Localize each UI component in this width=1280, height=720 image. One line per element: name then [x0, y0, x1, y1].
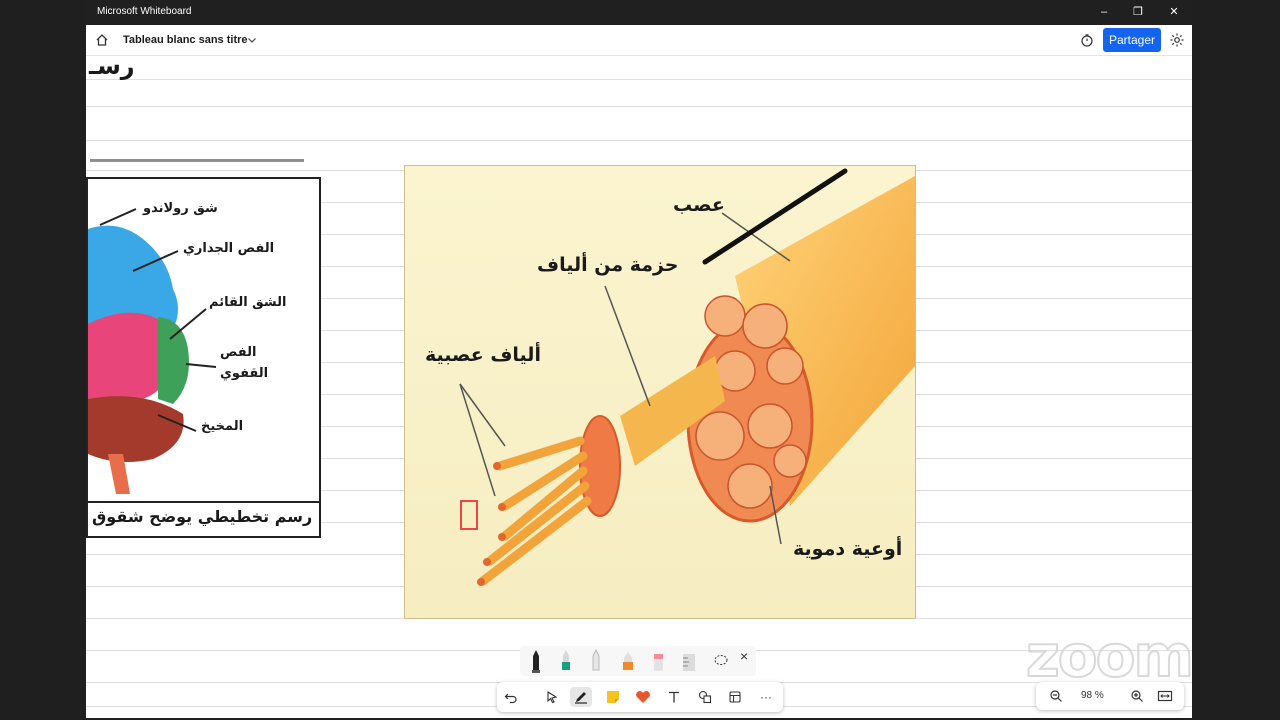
brain-label-cerebellum: المخيخ [201, 419, 244, 434]
pen-tool-button[interactable] [570, 687, 592, 707]
zoom-watermark: zoom [1025, 621, 1195, 691]
eraser-icon[interactable] [650, 648, 666, 674]
black-pen-icon[interactable] [528, 648, 544, 674]
pen-icon [575, 692, 587, 704]
brain-label-rolando: شق رولاندو [143, 201, 218, 216]
zoom-level: 98 % [1081, 690, 1104, 701]
minimize-button[interactable]: – [1093, 3, 1115, 21]
cursor-icon [547, 691, 558, 704]
caption-divider [88, 501, 319, 503]
heart-icon [636, 691, 650, 703]
label-fiber-bundle: حزمة من ألياف [537, 254, 679, 276]
brain-label-lobe: الفص [220, 345, 257, 360]
close-window-button[interactable]: ✕ [1163, 3, 1185, 21]
label-blood-vessels: أوعية دموية [793, 538, 903, 560]
sticky-note-icon [607, 691, 619, 703]
highlighter-icon[interactable] [620, 648, 636, 674]
shapes-button[interactable] [694, 687, 716, 707]
board-title[interactable]: Tableau blanc sans titre [123, 34, 248, 46]
app-title: Microsoft Whiteboard [97, 6, 192, 17]
fit-to-screen-icon[interactable] [1157, 689, 1173, 703]
chevron-down-icon[interactable] [247, 35, 257, 45]
white-pen-icon[interactable] [588, 648, 604, 674]
pen-tray: × [520, 646, 756, 676]
undo-button[interactable] [500, 687, 522, 707]
label-pointers [99, 208, 217, 432]
timer-icon[interactable] [1080, 33, 1094, 47]
restore-button[interactable]: ❐ [1127, 3, 1149, 21]
zoom-out-icon[interactable] [1049, 689, 1063, 703]
select-tool-button[interactable] [541, 687, 563, 707]
undo-icon [504, 693, 517, 704]
share-button[interactable]: Partager [1103, 28, 1161, 52]
text-icon [669, 691, 679, 703]
home-icon[interactable] [95, 33, 109, 47]
reactions-button[interactable] [632, 687, 654, 707]
window-titlebar: Microsoft Whiteboard – ❐ ✕ [86, 0, 1192, 25]
green-pen-icon[interactable] [558, 648, 574, 674]
app-header: Tableau blanc sans titre Partager [86, 25, 1192, 56]
brain-diagram-card[interactable]: شق رولاندو الفص الجداري الشق القائم الفص… [86, 177, 321, 538]
text-tool-button[interactable] [663, 687, 685, 707]
templates-button[interactable] [724, 687, 746, 707]
zoom-in-icon[interactable] [1130, 689, 1144, 703]
template-icon [729, 691, 741, 703]
close-pen-tray-button[interactable]: × [740, 648, 748, 664]
ruler-icon[interactable] [680, 648, 698, 674]
sticky-note-button[interactable] [602, 687, 624, 707]
text-fragment: رسـ [89, 56, 135, 80]
brain-label-perpendicular: الشق القائم [209, 295, 287, 310]
nerve-diagram-image[interactable]: عصب حزمة من ألياف ألياف عصبية أوعية دموي… [404, 165, 916, 619]
brain-label-parietal: الفص الجداري [183, 241, 275, 256]
label-nerve: عصب [673, 194, 725, 216]
brain-label-occipital: القفوي [220, 366, 269, 381]
partial-heading [90, 159, 304, 172]
more-tools-button[interactable]: ··· [755, 687, 777, 707]
shapes-icon [698, 690, 712, 704]
bottom-toolbar: ··· [497, 682, 783, 712]
gear-icon[interactable] [1169, 32, 1185, 48]
whiteboard-canvas[interactable]: رسـ شق رولاندو الفص الجداري الشق القائم … [86, 56, 1192, 718]
lasso-icon[interactable] [712, 648, 730, 674]
brain-caption: رسم تخطيطي يوضح شقوق [92, 507, 313, 526]
label-nerve-fibers: ألياف عصبية [425, 344, 541, 366]
